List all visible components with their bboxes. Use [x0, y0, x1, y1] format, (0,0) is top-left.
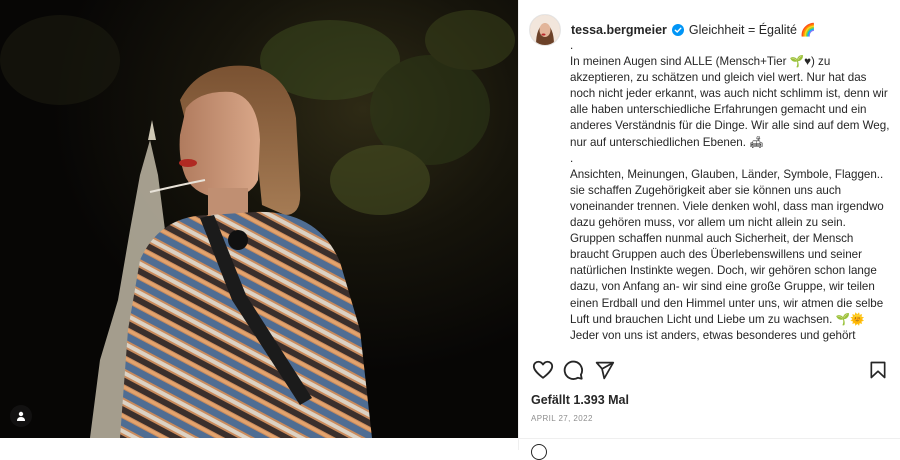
emoji-icon[interactable]	[531, 444, 547, 460]
post-photo	[0, 0, 518, 438]
username-link[interactable]: tessa.bergmeier	[571, 23, 667, 37]
post-actions	[529, 358, 890, 382]
avatar-image	[530, 15, 560, 45]
comment-icon	[563, 360, 583, 380]
share-button[interactable]	[592, 358, 616, 382]
comment-divider	[519, 438, 900, 439]
post-media[interactable]	[0, 0, 518, 438]
avatar[interactable]	[529, 14, 561, 46]
media-bottom-strip	[0, 438, 518, 450]
bookmark-icon	[870, 361, 886, 379]
user-tag-button[interactable]	[10, 405, 32, 427]
post-caption: . In meinen Augen sind ALLE (Mensch+Tier…	[570, 38, 890, 343]
post-date[interactable]: APRIL 27, 2022	[531, 414, 593, 423]
caption-paragraph: Ansichten, Meinungen, Glauben, Länder, S…	[570, 167, 887, 326]
user-tag-icon	[17, 411, 25, 421]
caption-paragraph: .	[570, 151, 574, 165]
caption-paragraph: In meinen Augen sind ALLE (Mensch+Tier 🌱…	[570, 55, 890, 149]
heart-icon	[532, 360, 554, 379]
post-side-panel: tessa.bergmeier Gleichheit = Égalité 🌈 .…	[519, 0, 900, 460]
likes-count[interactable]: Gefällt 1.393 Mal	[531, 393, 629, 407]
paper-plane-icon	[595, 361, 614, 379]
caption-paragraph: .	[570, 39, 574, 52]
verified-badge-icon	[671, 24, 684, 36]
like-button[interactable]	[531, 358, 555, 382]
caption-paragraph: Jeder von uns ist anders, etwas besonder…	[570, 328, 856, 342]
caption-first-line: Gleichheit = Égalité 🌈	[688, 22, 816, 37]
save-button[interactable]	[866, 358, 890, 382]
comment-button[interactable]	[561, 358, 585, 382]
